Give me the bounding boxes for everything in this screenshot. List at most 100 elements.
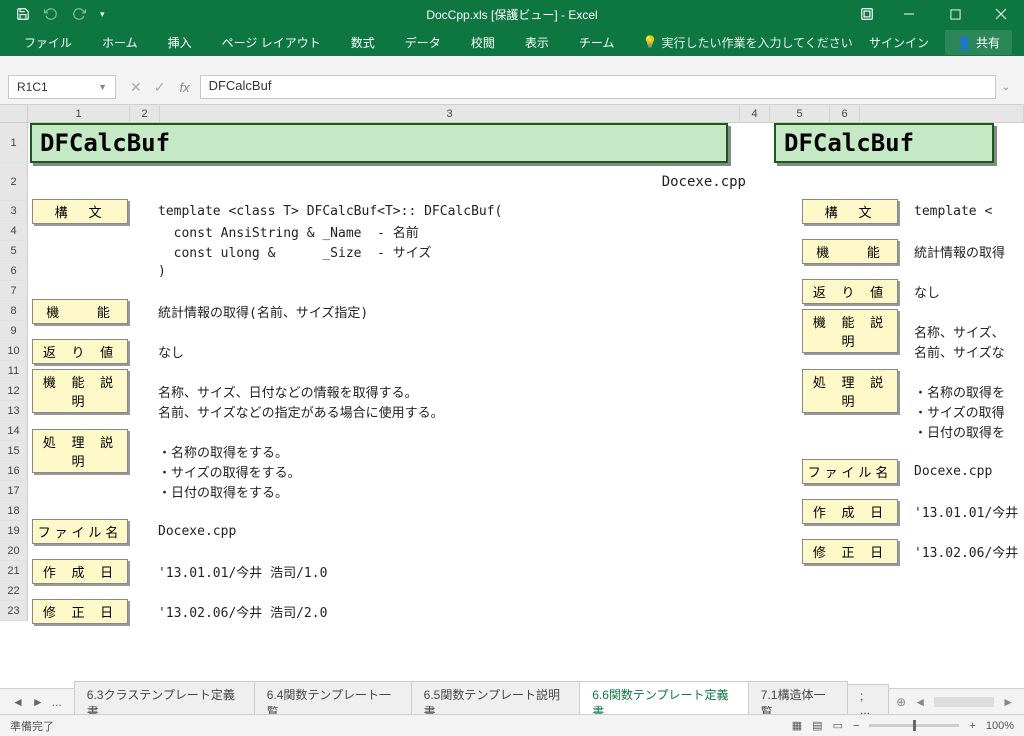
row-header[interactable]: 8 (0, 301, 28, 321)
view-page-layout-icon[interactable]: ▤ (812, 719, 822, 732)
doc-title-left[interactable]: DFCalcBuf (30, 123, 728, 163)
label-function-r: 機 能 (802, 239, 898, 264)
share-button[interactable]: 👤共有 (945, 30, 1012, 55)
hscroll-right-icon[interactable]: ► (1002, 695, 1014, 709)
chevron-down-icon[interactable]: ▼ (98, 82, 107, 92)
zoom-level[interactable]: 100% (986, 720, 1014, 732)
name-box[interactable]: R1C1 ▼ (8, 75, 116, 99)
col-header[interactable]: 3 (160, 105, 740, 122)
filename-text: Docexe.cpp (158, 522, 236, 541)
source-file: Docexe.cpp (662, 174, 746, 190)
row-header[interactable]: 23 (0, 601, 28, 621)
row-header[interactable]: 18 (0, 501, 28, 521)
row-header[interactable]: 21 (0, 561, 28, 581)
col-header-rest (860, 105, 1024, 122)
hscroll-track[interactable] (934, 697, 994, 707)
ribbon: ファイル ホーム 挿入 ページ レイアウト 数式 データ 校閲 表示 チーム 💡… (0, 28, 1024, 56)
row-header[interactable]: 17 (0, 481, 28, 501)
col-header[interactable]: 5 (770, 105, 830, 122)
share-icon: 👤 (957, 36, 972, 50)
syntax-line: const ulong & _Size - サイズ (158, 240, 431, 263)
add-sheet-button[interactable]: ⊕ (888, 691, 914, 713)
return-text: なし (158, 340, 184, 363)
zoom-in-icon[interactable]: + (969, 720, 975, 732)
row-header[interactable]: 3 (0, 201, 28, 221)
funcdesc-r2: 名前、サイズな (914, 341, 1005, 361)
formula-input[interactable]: DFCalcBuf (200, 75, 996, 99)
tab-formulas[interactable]: 数式 (339, 28, 387, 57)
sheet-nav-first-icon[interactable]: ◄ (12, 695, 24, 709)
label-filename-r: ファイル名 (802, 459, 898, 484)
row-header[interactable]: 15 (0, 441, 28, 461)
modified-r: '13.02.06/今井 (914, 541, 1018, 561)
row-header[interactable]: 5 (0, 241, 28, 261)
function-text: 統計情報の取得(名前、サイズ指定) (158, 300, 368, 323)
tab-team[interactable]: チーム (567, 28, 627, 57)
expand-formula-bar-icon[interactable]: ⌄ (996, 82, 1016, 93)
close-button[interactable] (978, 0, 1024, 28)
zoom-out-icon[interactable]: − (853, 720, 859, 732)
label-filename: ファイル名 (32, 519, 128, 544)
procdesc-r: ・名称の取得を (914, 381, 1005, 401)
tab-file[interactable]: ファイル (12, 28, 84, 57)
save-icon[interactable] (16, 7, 30, 21)
col-header[interactable]: 6 (830, 105, 860, 122)
select-all-corner[interactable] (0, 105, 28, 122)
doc-title-right[interactable]: DFCalcBuf (774, 123, 994, 163)
label-modified: 修 正 日 (32, 599, 128, 624)
lightbulb-icon: 💡 (642, 35, 657, 49)
syntax-line: ) (158, 262, 166, 281)
row-header[interactable]: 7 (0, 281, 28, 301)
redo-icon[interactable] (72, 7, 86, 21)
procdesc-r: ・サイズの取得 (914, 401, 1005, 421)
row-header[interactable]: 2 (0, 163, 28, 201)
tab-view[interactable]: 表示 (513, 28, 561, 57)
signin-link[interactable]: サインイン (869, 34, 929, 51)
row-header[interactable]: 4 (0, 221, 28, 241)
fx-icon[interactable]: fx (179, 80, 189, 95)
tab-insert[interactable]: 挿入 (156, 28, 204, 57)
row-header[interactable]: 20 (0, 541, 28, 561)
filename-r: Docexe.cpp (914, 462, 992, 481)
row-header[interactable]: 13 (0, 401, 28, 421)
spreadsheet-grid[interactable]: 1 2 3 4 5 6 1 DFCalcBuf DFCalcBuf 2 Doce… (0, 105, 1024, 683)
row-header[interactable]: 6 (0, 261, 28, 281)
row-header[interactable]: 10 (0, 341, 28, 361)
sheet-nav-more[interactable]: ... (52, 695, 62, 709)
cancel-formula-icon[interactable]: ✕ (130, 79, 142, 96)
row-header[interactable]: 19 (0, 521, 28, 541)
row-header[interactable]: 12 (0, 381, 28, 401)
row-header[interactable]: 1 (0, 123, 28, 163)
maximize-button[interactable] (932, 0, 978, 28)
col-header[interactable]: 1 (28, 105, 130, 122)
qat-customize-icon[interactable]: ▾ (100, 9, 105, 20)
formula-bar-area: R1C1 ▼ ✕ ✓ fx DFCalcBuf ⌄ (0, 56, 1024, 105)
minimize-button[interactable] (886, 0, 932, 28)
undo-icon[interactable] (44, 7, 58, 21)
sheet-nav-prev-icon[interactable]: ► (32, 695, 44, 709)
ribbon-display-icon[interactable] (860, 7, 874, 21)
zoom-slider[interactable] (869, 724, 959, 727)
tab-page-layout[interactable]: ページ レイアウト (210, 28, 333, 57)
sheet-tab-bar: ◄ ► ... 6.3クラステンプレート定義書 6.4関数テンプレート一覧 6.… (0, 688, 1024, 714)
row-header[interactable]: 11 (0, 361, 28, 381)
tab-home[interactable]: ホーム (90, 28, 150, 57)
row-header[interactable]: 22 (0, 581, 28, 601)
tell-me[interactable]: 💡 実行したい作業を入力してください (642, 34, 852, 51)
label-return: 返 り 値 (32, 339, 128, 364)
row-header[interactable]: 16 (0, 461, 28, 481)
row-header[interactable]: 9 (0, 321, 28, 341)
name-box-value: R1C1 (17, 80, 48, 94)
status-ready: 準備完了 (10, 718, 54, 734)
col-header[interactable]: 2 (130, 105, 160, 122)
view-page-break-icon[interactable]: ▭ (833, 719, 843, 732)
tab-data[interactable]: データ (393, 28, 453, 57)
enter-formula-icon[interactable]: ✓ (154, 79, 166, 96)
hscroll-left-icon[interactable]: ◄ (914, 695, 926, 709)
tab-review[interactable]: 校閲 (459, 28, 507, 57)
row-header[interactable]: 14 (0, 421, 28, 441)
view-normal-icon[interactable]: ▦ (792, 719, 802, 732)
created-r: '13.01.01/今井 (914, 501, 1018, 521)
label-syntax: 構 文 (32, 199, 128, 224)
col-header[interactable]: 4 (740, 105, 770, 122)
